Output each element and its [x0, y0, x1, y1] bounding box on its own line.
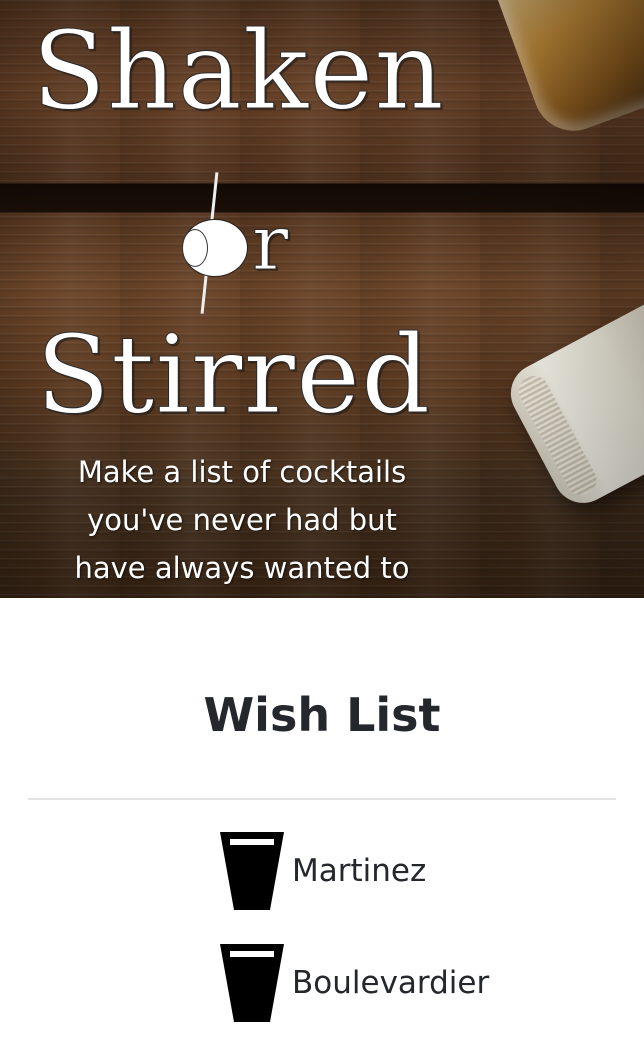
- wishlist-title: Wish List: [203, 688, 441, 742]
- wishlist-item-label: Martinez: [292, 853, 427, 889]
- tagline-line-2: you've never had but: [87, 503, 397, 537]
- divider: [28, 798, 616, 800]
- tagline-line-1: Make a list of cocktails: [77, 455, 407, 489]
- olive-pimento: [182, 229, 208, 267]
- cup-icon: [220, 944, 284, 1022]
- hero-banner: Shaken r Stirred Make a list of cocktail…: [0, 0, 644, 598]
- tagline-line-3: have always wanted to: [74, 551, 410, 585]
- hero-tagline: Make a list of cocktails you've never ha…: [22, 448, 462, 592]
- title-shaken: Shaken: [32, 9, 445, 134]
- cup-icon: [220, 832, 284, 910]
- wishlist-item-martinez[interactable]: Martinez: [218, 830, 426, 912]
- title-stirred: Stirred: [35, 313, 432, 438]
- olive-icon: [172, 172, 252, 314]
- wishlist-item-label: Boulevardier: [292, 965, 490, 1001]
- wishlist-item-boulevardier[interactable]: Boulevardier: [218, 942, 489, 1024]
- title-or: r: [251, 198, 290, 287]
